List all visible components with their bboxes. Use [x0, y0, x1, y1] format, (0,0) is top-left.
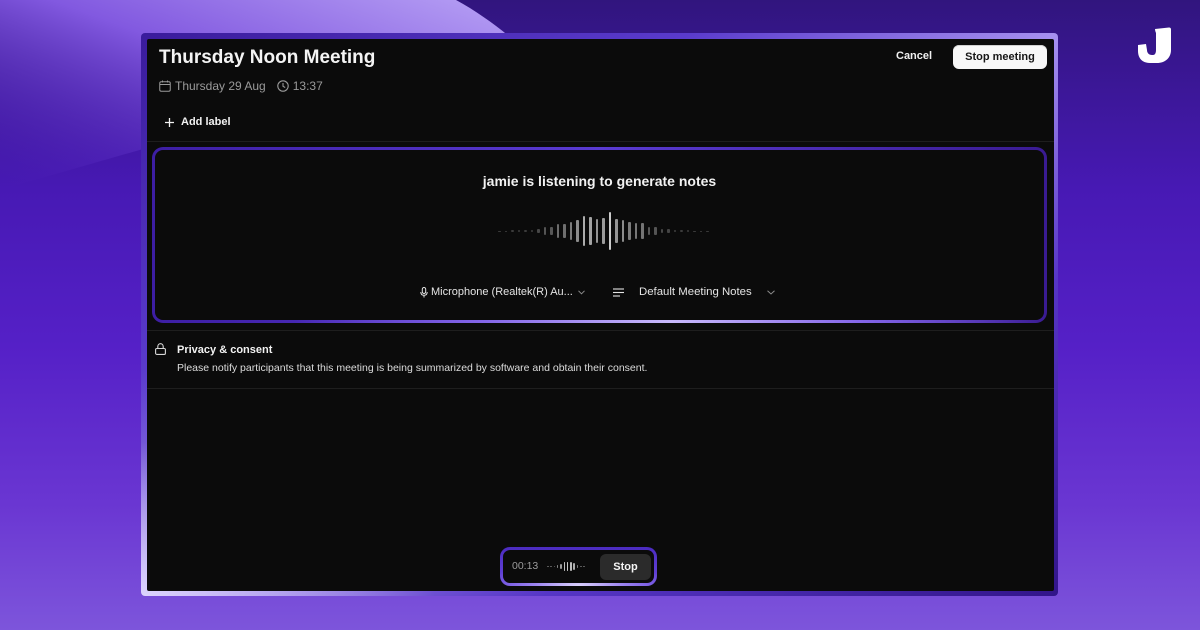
- privacy-title: Privacy & consent: [177, 344, 273, 356]
- calendar-icon: [159, 80, 171, 92]
- add-label-button[interactable]: Add label: [165, 114, 231, 130]
- waveform-bar: [615, 219, 618, 243]
- text-lines-icon: [613, 287, 624, 297]
- card-divider: [147, 330, 1054, 331]
- mini-waveform-bar: [570, 562, 572, 571]
- waveform-bar: [550, 227, 553, 235]
- listening-status: jamie is listening to generate notes: [482, 173, 717, 189]
- add-label-text: Add label: [181, 116, 231, 128]
- waveform-bar: [706, 230, 709, 232]
- waveform-bar: [634, 223, 637, 239]
- notes-template-value: Default Meeting Notes: [639, 286, 752, 298]
- waveform-bar: [608, 212, 611, 250]
- recording-control: 00:13 Stop: [500, 547, 657, 586]
- listening-card: jamie is listening to generate notes Mic…: [152, 147, 1047, 323]
- waveform-bar: [602, 218, 605, 244]
- waveform-bar: [543, 227, 546, 235]
- waveform-bar: [647, 227, 650, 235]
- waveform-bar: [517, 230, 520, 232]
- waveform-bar: [641, 223, 644, 239]
- privacy-divider: [147, 388, 1054, 389]
- jamie-logo-icon: [1138, 27, 1171, 63]
- stop-meeting-button[interactable]: Stop meeting: [953, 45, 1047, 69]
- mini-waveform-bar: [573, 563, 575, 570]
- waveform-bar: [537, 229, 540, 233]
- waveform-bar: [524, 230, 527, 232]
- mini-waveform-bar: [566, 562, 569, 571]
- waveform-bar: [530, 230, 533, 232]
- waveform-bar: [699, 230, 702, 232]
- mini-waveform-bar: [553, 566, 556, 567]
- chevron-down-icon: [577, 289, 585, 295]
- waveform-bar: [563, 224, 566, 238]
- mini-waveform-bar: [547, 566, 549, 567]
- waveform-bar: [628, 222, 631, 240]
- chevron-down-icon: [766, 289, 775, 295]
- waveform-bar: [504, 230, 507, 232]
- waveform-bar: [589, 217, 592, 245]
- waveform-bar: [621, 220, 624, 242]
- plus-icon: [165, 117, 174, 127]
- mini-waveform-bar: [580, 566, 582, 567]
- waveform-bar: [654, 227, 657, 235]
- mini-waveform-bar: [550, 566, 552, 567]
- microphone-value: Microphone (Realtek(R) Au...: [431, 286, 573, 298]
- waveform-bar: [569, 222, 572, 240]
- mini-waveform-bar: [560, 563, 562, 570]
- app-window-frame: Thursday Noon Meeting Thursday 29 Aug 13…: [141, 33, 1058, 596]
- meeting-title: Thursday Noon Meeting: [159, 47, 376, 68]
- mini-waveform-bar: [556, 564, 559, 569]
- meeting-time: 13:37: [292, 79, 323, 93]
- meeting-window: Thursday Noon Meeting Thursday 29 Aug 13…: [147, 39, 1054, 591]
- waveform-bar: [667, 229, 670, 233]
- waveform-bar: [673, 230, 676, 232]
- elapsed-time: 00:13: [512, 560, 539, 572]
- waveform-bar: [511, 230, 514, 232]
- microphone-select[interactable]: Microphone (Realtek(R) Au...: [420, 283, 585, 301]
- clock-icon: [276, 80, 289, 92]
- mini-waveform-bar: [576, 565, 579, 568]
- lock-icon: [155, 343, 166, 355]
- mini-waveform-bar: [583, 566, 585, 567]
- microphone-icon: [420, 286, 428, 297]
- waveform-bar: [576, 220, 579, 242]
- waveform-bar: [556, 224, 559, 238]
- meeting-meta: Thursday 29 Aug 13:37: [159, 78, 323, 94]
- waveform-bar: [660, 229, 663, 233]
- notes-template-select[interactable]: Default Meeting Notes: [613, 283, 775, 301]
- waveform-bar: [686, 230, 689, 232]
- mini-waveform-bar: [563, 562, 566, 571]
- header-divider: [147, 141, 1054, 142]
- waveform-bar: [582, 216, 585, 246]
- waveform-bar: [498, 230, 501, 232]
- waveform-bar: [680, 230, 683, 232]
- privacy-description: Please notify participants that this mee…: [177, 362, 648, 374]
- meeting-date: Thursday 29 Aug: [175, 79, 266, 93]
- stop-recording-button[interactable]: Stop: [600, 554, 651, 580]
- cancel-button[interactable]: Cancel: [896, 48, 932, 64]
- waveform-bar: [595, 219, 598, 243]
- waveform-bar: [693, 230, 696, 232]
